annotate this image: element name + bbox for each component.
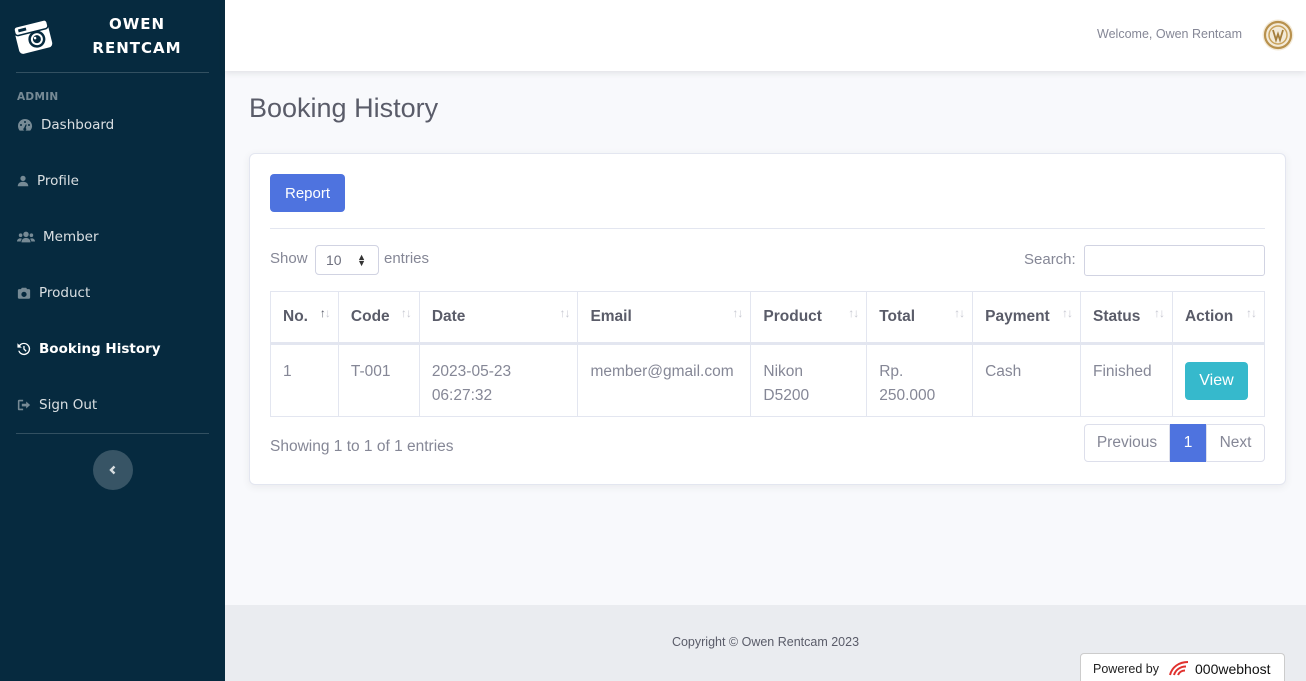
sort-icon: ↑↓: [400, 306, 412, 320]
topbar: Welcome, Owen Rentcam: [225, 0, 1306, 71]
camera-icon: [17, 287, 31, 299]
user-icon: [17, 175, 29, 187]
sort-icon: ↑↓: [1062, 306, 1073, 320]
entries-select-value: 10: [326, 252, 342, 268]
column-header-status[interactable]: Status ↑↓: [1080, 291, 1173, 345]
sidebar-item-sign-out[interactable]: Sign Out: [0, 377, 225, 433]
cell-time-line: 06:27:32: [431, 387, 493, 404]
sort-icon: ↑↓: [1153, 306, 1165, 320]
page-1-button[interactable]: 1: [1170, 424, 1206, 462]
cell-action: View: [1171, 343, 1266, 417]
entries-select[interactable]: 10 ▲ ▼: [315, 245, 379, 275]
table-header-row: No. ↑↓ Code ↑↓ Date ↑↓ Email ↑↓ Product ↑↓ To…: [270, 291, 1266, 345]
webhost-logo-icon: [1169, 660, 1189, 675]
table-info: Showing 1 to 1 of 1 entries: [270, 438, 454, 455]
cell-status: Finished: [1080, 343, 1173, 417]
powered-by-badge[interactable]: Powered by 000webhost: [1080, 653, 1285, 681]
search-input[interactable]: [1084, 245, 1265, 276]
sort-icon: ↑↓: [1246, 306, 1257, 320]
cell-total: Rp. 250.000: [866, 343, 974, 417]
sort-icon: ↑↓: [319, 306, 331, 320]
column-header-label: No.: [283, 308, 308, 325]
users-icon: [17, 231, 35, 243]
sidebar-item-dashboard[interactable]: Dashboard: [0, 97, 225, 153]
column-header-label: Code: [350, 308, 390, 325]
column-header-label: Payment: [985, 308, 1050, 325]
next-page-button[interactable]: Next: [1206, 424, 1265, 462]
footer: Copyright © Owen Rentcam 2023 Powered by…: [225, 605, 1306, 681]
cell-product-line: D5200: [763, 387, 810, 404]
report-button[interactable]: Report: [270, 174, 345, 212]
cell-date: 2023-05-23 06:27:32: [418, 343, 579, 417]
table-row: 1 T-001 2023-05-23 06:27:32 member@gmail…: [270, 343, 1266, 417]
brand-line-2: RENTCAM: [92, 39, 182, 57]
column-header-payment[interactable]: Payment ↑↓: [972, 291, 1082, 345]
tachometer-icon: [18, 119, 32, 131]
column-header-code[interactable]: Code ↑↓: [337, 291, 420, 345]
column-header-label: Status: [1093, 308, 1141, 325]
sidebar-item-label: Sign Out: [39, 397, 98, 413]
pagination: Previous 1 Next: [1084, 424, 1265, 462]
column-header-action[interactable]: Action ↑↓: [1171, 291, 1266, 345]
sidebar-item-label: Product: [39, 285, 91, 301]
sign-out-icon: [17, 399, 31, 411]
cell-product-line: Nikon: [763, 363, 804, 380]
powered-by-label: Powered by: [1093, 661, 1160, 676]
booking-card: Report Show 10 ▲ ▼ entries Search: No. ↑↓ …: [249, 153, 1286, 485]
booking-table: No. ↑↓ Code ↑↓ Date ↑↓ Email ↑↓ Product ↑↓ To…: [270, 291, 1266, 417]
search-label: Search:: [1024, 251, 1076, 268]
cell-total-amount: 250.000: [879, 387, 936, 404]
sort-icon: ↑↓: [559, 306, 570, 320]
sidebar-item-label: Dashboard: [41, 117, 115, 133]
camera-logo-icon: [13, 19, 53, 54]
sidebar-item-booking-history[interactable]: Booking History: [0, 321, 225, 377]
sidebar-item-product[interactable]: Product: [0, 265, 225, 321]
previous-page-button[interactable]: Previous: [1084, 424, 1170, 462]
column-header-label: Email: [590, 308, 632, 325]
column-header-total[interactable]: Total ↑↓: [866, 291, 974, 345]
column-header-label: Action: [1184, 308, 1234, 325]
sidebar-item-member[interactable]: Member: [0, 209, 225, 265]
view-button[interactable]: View: [1184, 362, 1248, 400]
sidebar-item-label: Booking History: [39, 341, 161, 357]
sidebar-toggle-wrapper: [0, 434, 225, 490]
column-header-product[interactable]: Product ↑↓: [750, 291, 868, 345]
sort-caret-icon: ▲ ▼: [357, 252, 366, 268]
brand[interactable]: OWEN RENTCAM: [0, 0, 225, 72]
cell-total-currency: Rp.: [879, 363, 904, 380]
show-label: Show: [270, 250, 308, 267]
chevron-left-icon: [108, 465, 115, 475]
column-header-email[interactable]: Email ↑↓: [577, 291, 752, 345]
brand-name: OWEN RENTCAM: [62, 12, 212, 60]
column-header-date[interactable]: Date ↑↓: [418, 291, 579, 345]
page-title: Booking History: [249, 93, 439, 123]
sidebar-item-label: Member: [43, 229, 99, 245]
brand-line-1: OWEN: [108, 15, 166, 33]
sort-icon: ↑↓: [732, 306, 743, 320]
sort-icon: ↑↓: [954, 306, 965, 320]
sidebar: OWEN RENTCAM ADMIN Dashboard Profile Mem…: [0, 0, 225, 681]
cell-product: Nikon D5200: [750, 343, 868, 417]
history-icon: [17, 342, 31, 356]
cell-no: 1: [270, 343, 339, 417]
sidebar-toggle-button[interactable]: [92, 450, 133, 490]
cell-date-line: 2023-05-23: [431, 363, 512, 380]
copyright-text: Copyright © Owen Rentcam 2023: [671, 635, 860, 649]
sidebar-item-profile[interactable]: Profile: [0, 153, 225, 209]
welcome-text[interactable]: Welcome, Owen Rentcam: [1097, 27, 1242, 41]
entries-label: entries: [384, 250, 430, 267]
column-header-no[interactable]: No. ↑↓: [270, 291, 339, 345]
column-header-label: Date: [431, 308, 466, 325]
sort-icon: ↑↓: [848, 306, 859, 320]
column-header-label: Total: [879, 308, 916, 325]
sidebar-item-label: Profile: [37, 173, 79, 189]
cell-email: member@gmail.com: [577, 343, 752, 417]
cell-code: T-001: [337, 343, 420, 417]
column-header-label: Product: [763, 308, 822, 325]
card-divider: [270, 228, 1265, 229]
cell-payment: Cash: [972, 343, 1082, 417]
host-name: 000webhost: [1195, 660, 1271, 677]
avatar[interactable]: [1262, 19, 1294, 51]
